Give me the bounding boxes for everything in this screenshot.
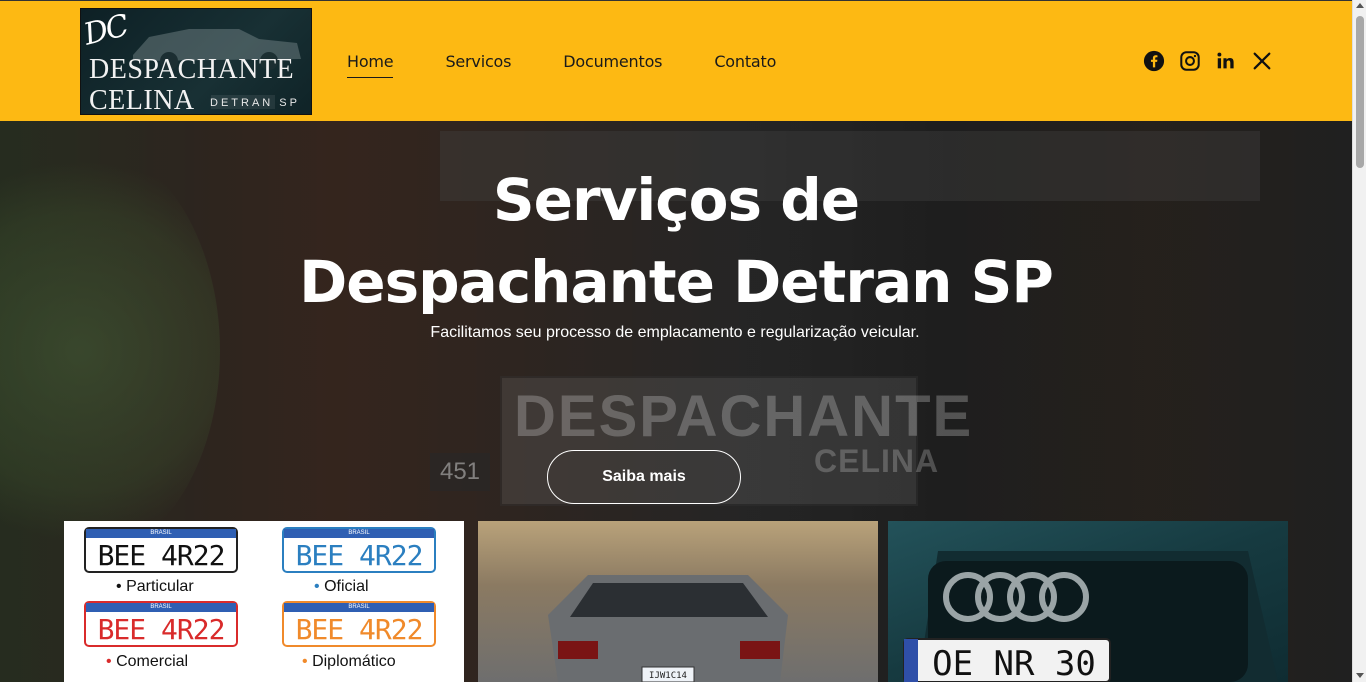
scroll-down-icon[interactable] — [1356, 673, 1364, 678]
linkedin-icon[interactable] — [1215, 50, 1237, 72]
facebook-icon[interactable] — [1143, 50, 1165, 72]
plate-label-comercial: • Comercial — [106, 653, 189, 670]
hero-bg-number: 451 — [430, 453, 490, 491]
svg-text:IJW1C14: IJW1C14 — [649, 671, 687, 681]
saiba-mais-button[interactable]: Saiba mais — [547, 450, 741, 504]
site-header: DC DESPACHANTE CELINA DETRAN SP Home Ser… — [0, 0, 1352, 121]
main-nav: Home Servicos Documentos Contato — [347, 52, 776, 78]
logo-tagline: DETRAN SP — [210, 97, 300, 109]
hero-bg-sign-text: DESPACHANTE — [514, 384, 974, 449]
nav-home[interactable]: Home — [347, 52, 394, 78]
plate-particular: BRASIL BEE 4R22 — [84, 527, 238, 573]
site-logo[interactable]: DC DESPACHANTE CELINA DETRAN SP — [80, 8, 312, 115]
hero-bg-sign-text2: CELINA — [814, 443, 940, 479]
plate-label-particular: • Particular — [116, 578, 194, 595]
social-links — [1143, 50, 1273, 72]
page-scrollbar[interactable] — [1352, 0, 1366, 682]
nav-documentos[interactable]: Documentos — [563, 52, 662, 78]
x-icon[interactable] — [1251, 50, 1273, 72]
card-plates[interactable]: BRASIL BEE 4R22 • Particular BRASIL BEE … — [64, 521, 464, 682]
plate-label-diplomatico: • Diplomático — [302, 653, 396, 670]
hero-title-line2: Despachante Detran SP — [299, 248, 1054, 316]
card-car[interactable]: IJW1C14 — [478, 521, 878, 682]
hero-subtitle: Facilitamos seu processo de emplacamento… — [430, 324, 920, 341]
logo-line1: DESPACHANTE — [89, 54, 295, 85]
svg-text:OE NR 30: OE NR 30 — [932, 644, 1096, 682]
sedan-rear-image: IJW1C14 — [548, 575, 788, 682]
logo-monogram: DC — [80, 8, 131, 53]
logo-line2: CELINA — [89, 85, 195, 115]
instagram-icon[interactable] — [1179, 50, 1201, 72]
plate-diplomatico: BRASIL BEE 4R22 — [282, 601, 436, 647]
audi-front-image: OE NR 30 — [903, 551, 1278, 682]
hero-title-line1: Serviços de — [492, 166, 860, 234]
plate-oficial: BRASIL BEE 4R22 — [282, 527, 436, 573]
scrollbar-thumb[interactable] — [1356, 16, 1364, 168]
scroll-up-icon[interactable] — [1356, 3, 1364, 8]
nav-contato[interactable]: Contato — [714, 52, 776, 78]
plate-comercial: BRASIL BEE 4R22 — [84, 601, 238, 647]
plate-label-oficial: • Oficial — [314, 578, 369, 595]
card-audi[interactable]: OE NR 30 — [888, 521, 1288, 682]
nav-servicos[interactable]: Servicos — [445, 52, 511, 78]
